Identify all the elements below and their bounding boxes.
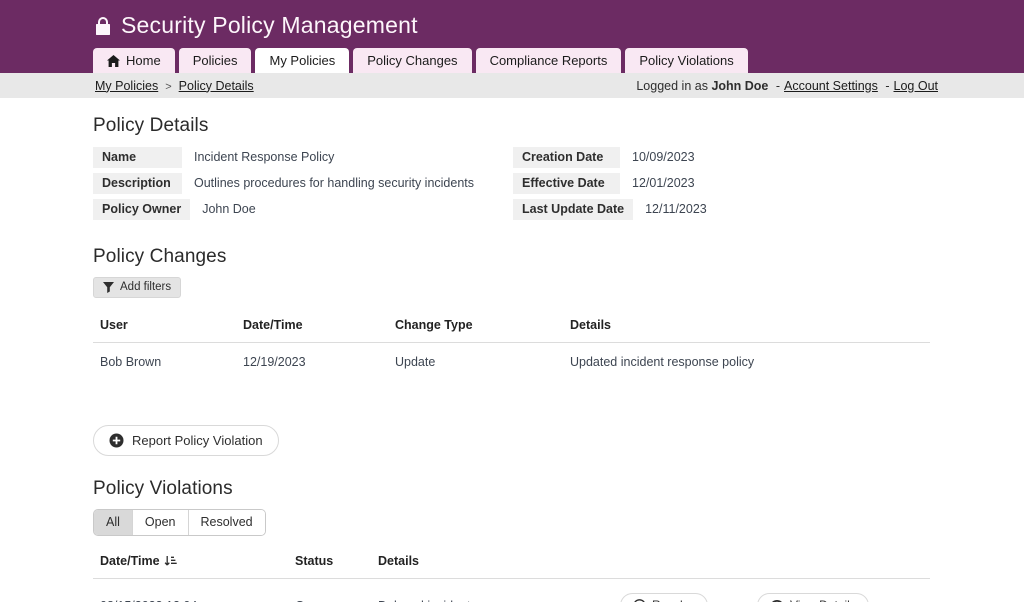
tab-label: Policies (193, 53, 238, 68)
session-separator: - (885, 79, 889, 93)
session-separator: - (776, 79, 780, 93)
policy-changes-table: User Date/Time Change Type Details Bob B… (93, 318, 930, 369)
report-policy-violation-label: Report Policy Violation (132, 433, 263, 448)
field-label: Creation Date (513, 147, 620, 168)
cell-details: Delayed incident response (378, 599, 620, 602)
cell-datetime: 12/19/2023 (243, 355, 395, 369)
violations-filter-group: All Open Resolved (93, 509, 266, 536)
filter-icon (103, 282, 114, 293)
cell-datetime: 08/15/2023 12:04pm (100, 599, 295, 602)
filter-open[interactable]: Open (133, 510, 189, 535)
tab-label: Policy Violations (639, 53, 733, 68)
field-label: Last Update Date (513, 199, 633, 220)
column-header-details: Details (570, 318, 923, 332)
field-value: 12/01/2023 (620, 173, 695, 194)
resolve-label: Resolve (652, 598, 695, 602)
breadcrumb-link-policy-details[interactable]: Policy Details (179, 79, 254, 93)
logout-link[interactable]: Log Out (894, 79, 938, 93)
add-filters-button[interactable]: Add filters (93, 277, 181, 298)
tab-label: Compliance Reports (490, 53, 608, 68)
field-value: John Doe (190, 199, 256, 220)
policy-violations-heading: Policy Violations (93, 478, 930, 500)
tab-policy-violations[interactable]: Policy Violations (625, 48, 747, 73)
breadcrumb-bar: My Policies > Policy Details Logged in as … (0, 73, 1024, 98)
field-label: Effective Date (513, 173, 620, 194)
app-title: Security Policy Management (94, 12, 418, 39)
field-name: Name Incident Response Policy (93, 147, 513, 168)
lock-icon (94, 16, 112, 36)
column-header-datetime-sortable[interactable]: Date/Time (100, 554, 295, 568)
app-header: Security Policy Management Home Policies… (0, 0, 1024, 73)
report-policy-violation-button[interactable]: Report Policy Violation (93, 425, 279, 456)
add-filters-label: Add filters (120, 281, 171, 293)
details-left-column: Name Incident Response Policy Descriptio… (93, 147, 513, 220)
details-right-column: Creation Date 10/09/2023 Effective Date … (513, 147, 707, 220)
policy-details-heading: Policy Details (93, 115, 930, 137)
filter-all[interactable]: All (94, 510, 133, 535)
home-icon (107, 55, 120, 67)
cell-user: Bob Brown (100, 355, 243, 369)
field-label: Policy Owner (93, 199, 190, 220)
plus-circle-icon (109, 433, 124, 448)
account-settings-link[interactable]: Account Settings (784, 79, 878, 93)
column-header-status: Status (295, 554, 378, 568)
view-details-button[interactable]: View Details (757, 593, 869, 602)
column-header-datetime: Date/Time (243, 318, 395, 332)
column-header-details: Details (378, 554, 620, 568)
resolve-button[interactable]: Resolve (620, 593, 708, 602)
tab-label: My Policies (269, 53, 335, 68)
check-circle-icon (633, 599, 646, 602)
policy-details-panel: Name Incident Response Policy Descriptio… (93, 147, 930, 220)
filter-resolved[interactable]: Resolved (189, 510, 265, 535)
tab-my-policies[interactable]: My Policies (255, 48, 349, 73)
cell-details: Updated incident response policy (570, 355, 923, 369)
field-value: Incident Response Policy (182, 147, 334, 168)
field-label: Name (93, 147, 182, 168)
breadcrumb-link-my-policies[interactable]: My Policies (95, 79, 158, 93)
session-info: Logged in as John Doe -Account Settings … (636, 79, 938, 93)
policy-violations-table-header: Date/Time Status Details (93, 554, 930, 568)
main-content: Policy Details Name Incident Response Po… (0, 98, 1024, 602)
field-value: Outlines procedures for handling securit… (182, 173, 474, 194)
field-creation-date: Creation Date 10/09/2023 (513, 147, 707, 168)
session-prefix: Logged in as (636, 79, 708, 93)
tab-label: Policy Changes (367, 53, 457, 68)
sort-icon (164, 555, 177, 567)
field-value: 12/11/2023 (633, 199, 707, 220)
view-details-label: View Details (790, 598, 856, 602)
field-policy-owner: Policy Owner John Doe (93, 199, 513, 220)
table-row: Bob Brown 12/19/2023 Update Updated inci… (93, 343, 930, 369)
field-label: Description (93, 173, 182, 194)
tab-policies[interactable]: Policies (179, 48, 252, 73)
breadcrumb: My Policies > Policy Details (95, 79, 254, 93)
tab-label: Home (126, 53, 161, 68)
field-description: Description Outlines procedures for hand… (93, 173, 513, 194)
field-value: 10/09/2023 (620, 147, 695, 168)
table-row: 08/15/2023 12:04pm Open Delayed incident… (93, 579, 930, 602)
tab-row: Home Policies My Policies Policy Changes… (93, 48, 748, 73)
session-username: John Doe (711, 79, 768, 93)
field-last-update-date: Last Update Date 12/11/2023 (513, 199, 707, 220)
page-title: Security Policy Management (121, 12, 418, 39)
column-header-label: Date/Time (100, 554, 160, 568)
policy-violations-table: Date/Time Status Details 08/15/2023 12:0… (93, 554, 930, 602)
tab-home[interactable]: Home (93, 48, 175, 73)
column-header-change-type: Change Type (395, 318, 570, 332)
policy-changes-table-header: User Date/Time Change Type Details (93, 318, 930, 332)
policy-changes-heading: Policy Changes (93, 246, 930, 268)
breadcrumb-separator: > (165, 81, 171, 93)
tab-policy-changes[interactable]: Policy Changes (353, 48, 471, 73)
field-effective-date: Effective Date 12/01/2023 (513, 173, 707, 194)
cell-status: Open (295, 599, 378, 602)
cell-change-type: Update (395, 355, 570, 369)
column-header-user: User (100, 318, 243, 332)
tab-compliance-reports[interactable]: Compliance Reports (476, 48, 622, 73)
